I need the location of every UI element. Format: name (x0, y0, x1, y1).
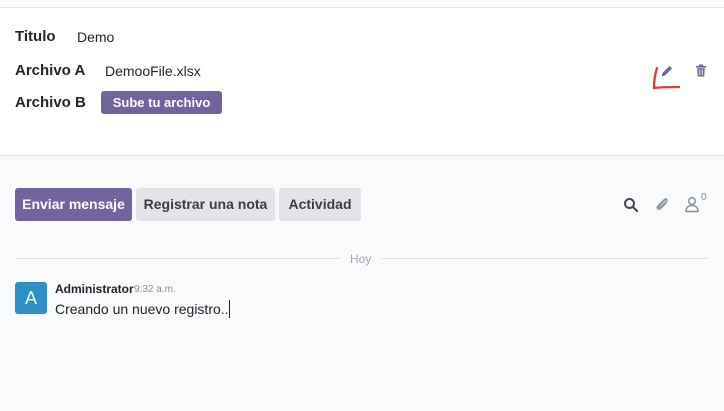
upload-file-button[interactable]: Sube tu archivo (101, 91, 222, 114)
day-separator-line-left (15, 258, 340, 259)
log-note-button[interactable]: Registrar una nota (136, 188, 275, 221)
trash-icon[interactable] (695, 64, 707, 82)
message-time: 9:32 a.m. (134, 284, 176, 295)
search-icon[interactable] (623, 197, 639, 218)
message-body: Creando un nuevo registro.. (55, 301, 229, 317)
send-message-button[interactable]: Enviar mensaje (15, 188, 132, 221)
archivo-a-value[interactable]: DemooFile.xlsx (105, 63, 201, 79)
red-annotation-mark (650, 66, 682, 97)
user-icon[interactable] (684, 196, 700, 218)
day-separator-line-right (382, 258, 709, 259)
archivo-b-label: Archivo B (15, 94, 86, 111)
form-sheet: Titulo Demo Archivo A DemooFile.xlsx Arc… (0, 8, 724, 156)
message-author[interactable]: Administrator (55, 282, 134, 296)
follower-count: 0 (701, 192, 707, 203)
day-separator-label: Hoy (350, 252, 372, 266)
avatar[interactable]: A (15, 282, 47, 314)
paperclip-icon[interactable] (653, 195, 671, 218)
archivo-a-label: Archivo A (15, 62, 86, 79)
activity-button[interactable]: Actividad (279, 188, 361, 221)
titulo-label: Titulo (15, 28, 56, 45)
titulo-value[interactable]: Demo (77, 29, 114, 45)
text-cursor (229, 300, 230, 318)
